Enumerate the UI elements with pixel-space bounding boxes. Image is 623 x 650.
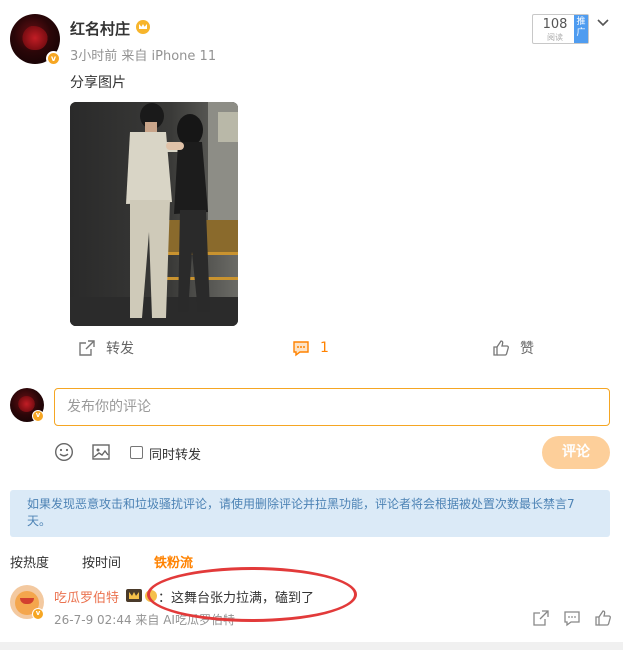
read-label: 阅读 (547, 33, 563, 42)
author-name[interactable]: 红名村庄 (70, 18, 130, 39)
crown-icon (136, 20, 150, 34)
comment-count: 1 (320, 340, 329, 356)
read-count: 108 (542, 17, 568, 32)
emoji-icon[interactable] (54, 442, 74, 462)
comment-button[interactable]: 1 (292, 337, 329, 359)
comment-reply-icon[interactable] (563, 609, 581, 627)
verified-badge-icon: v (46, 51, 61, 66)
post-text: 分享图片 (70, 75, 126, 91)
image-icon[interactable] (91, 442, 111, 462)
like-button[interactable]: 赞 (492, 337, 534, 359)
tab-sort-time[interactable]: 按时间 (82, 552, 121, 571)
tab-sort-fans[interactable]: 铁粉流 (154, 552, 193, 571)
tab-sort-hot[interactable]: 按热度 (10, 552, 49, 571)
chevron-down-icon[interactable] (596, 16, 610, 30)
post-meta: 3小时前 来自 iPhone 11 (70, 49, 217, 64)
post-image[interactable] (70, 102, 238, 326)
comment-icon (293, 341, 309, 357)
repost-checkbox[interactable] (130, 446, 143, 459)
like-label: 赞 (520, 341, 534, 357)
comment-like-icon[interactable] (594, 609, 612, 627)
repost-button[interactable]: 转发 (78, 337, 134, 359)
comment-input[interactable] (54, 388, 610, 426)
bottom-divider (0, 642, 623, 650)
thumbs-up-icon (493, 340, 509, 356)
submit-comment-button[interactable]: 评论 (542, 436, 610, 469)
repost-icon (79, 340, 95, 356)
promote-label[interactable]: 推广 (574, 15, 588, 43)
repost-label: 转发 (106, 341, 134, 357)
comment-repost-icon[interactable] (532, 609, 550, 627)
verified-badge-icon: v (32, 608, 44, 620)
moderation-notice: 如果发现恶意攻击和垃圾骚扰评论，请使用删除评论并拉黑功能，评论者将会根据被处置次… (10, 490, 610, 537)
verified-badge-icon: v (32, 410, 44, 422)
fan-crown-badge-icon (126, 589, 142, 602)
commenter-name[interactable]: 吃瓜罗伯特 (54, 587, 119, 606)
read-count-box[interactable]: 108 阅读 推广 (532, 14, 589, 44)
highlight-ellipse (147, 567, 357, 622)
repost-checkbox-label[interactable]: 同时转发 (149, 444, 201, 463)
